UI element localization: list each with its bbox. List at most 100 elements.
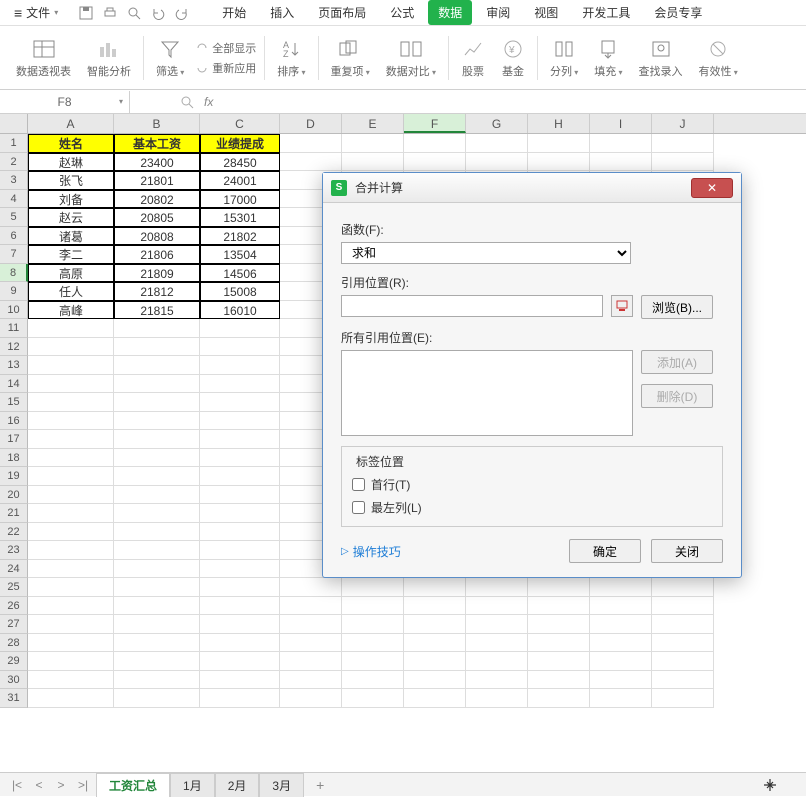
row-header[interactable]: 3 [0, 171, 28, 190]
cell[interactable] [114, 523, 200, 542]
print-icon[interactable] [102, 5, 118, 21]
row-header[interactable]: 20 [0, 486, 28, 505]
col-header-B[interactable]: B [114, 114, 200, 133]
delete-button[interactable]: 删除(D) [641, 384, 713, 408]
cell[interactable] [528, 689, 590, 708]
row-header[interactable]: 6 [0, 227, 28, 246]
row-header[interactable]: 5 [0, 208, 28, 227]
close-button[interactable]: 关闭 [651, 539, 723, 563]
cell[interactable] [114, 578, 200, 597]
cell[interactable] [342, 134, 404, 153]
ribbon-split[interactable]: 分列 [542, 26, 586, 89]
ribbon-fill[interactable]: 填充 [586, 26, 630, 89]
cell[interactable] [200, 671, 280, 690]
cell[interactable] [114, 560, 200, 579]
cell[interactable] [652, 615, 714, 634]
cell[interactable] [200, 486, 280, 505]
cell[interactable]: 14506 [200, 264, 280, 283]
cell[interactable] [28, 652, 114, 671]
cell[interactable] [280, 153, 342, 172]
row-header[interactable]: 12 [0, 338, 28, 357]
cell[interactable] [342, 671, 404, 690]
cell[interactable]: 诸葛 [28, 227, 114, 246]
ribbon-lookup[interactable]: 查找录入 [631, 26, 691, 89]
cell[interactable] [280, 671, 342, 690]
cell[interactable] [200, 560, 280, 579]
cell[interactable] [114, 652, 200, 671]
row-header[interactable]: 26 [0, 597, 28, 616]
cell[interactable] [404, 671, 466, 690]
cell[interactable] [590, 689, 652, 708]
row-header[interactable]: 21 [0, 504, 28, 523]
sheet-nav-last[interactable]: >| [74, 778, 92, 792]
menu-tab-3[interactable]: 公式 [380, 0, 424, 25]
col-header-D[interactable]: D [280, 114, 342, 133]
row-header[interactable]: 9 [0, 282, 28, 301]
cell[interactable] [200, 356, 280, 375]
cell[interactable]: 20808 [114, 227, 200, 246]
cell[interactable] [652, 671, 714, 690]
cell[interactable] [528, 153, 590, 172]
cell[interactable] [200, 467, 280, 486]
cell[interactable] [28, 541, 114, 560]
cell[interactable]: 李二 [28, 245, 114, 264]
cell[interactable] [114, 412, 200, 431]
cell[interactable]: 刘备 [28, 190, 114, 209]
cell[interactable] [28, 689, 114, 708]
cell[interactable] [28, 338, 114, 357]
cell[interactable]: 高原 [28, 264, 114, 283]
cell[interactable] [590, 615, 652, 634]
cell[interactable] [404, 134, 466, 153]
cell[interactable]: 赵琳 [28, 153, 114, 172]
cell[interactable] [590, 597, 652, 616]
sheet-nav-first[interactable]: |< [8, 778, 26, 792]
cell[interactable] [114, 504, 200, 523]
row-header[interactable]: 10 [0, 301, 28, 320]
row-header[interactable]: 29 [0, 652, 28, 671]
cell[interactable]: 20802 [114, 190, 200, 209]
cell[interactable]: 17000 [200, 190, 280, 209]
menu-tab-0[interactable]: 开始 [212, 0, 256, 25]
cell[interactable] [342, 689, 404, 708]
menu-tab-7[interactable]: 开发工具 [572, 0, 640, 25]
cell[interactable] [466, 597, 528, 616]
col-header-I[interactable]: I [590, 114, 652, 133]
cell[interactable] [342, 153, 404, 172]
cell[interactable]: 21809 [114, 264, 200, 283]
select-all-corner[interactable] [0, 114, 28, 133]
cell[interactable]: 赵云 [28, 208, 114, 227]
sheet-tab-0[interactable]: 工资汇总 [96, 773, 170, 797]
cell[interactable]: 21801 [114, 171, 200, 190]
cell[interactable] [652, 578, 714, 597]
ribbon-validity[interactable]: 有效性 [691, 26, 746, 89]
cell[interactable] [200, 412, 280, 431]
cell[interactable] [280, 615, 342, 634]
cell[interactable] [114, 671, 200, 690]
all-references-list[interactable] [341, 350, 633, 436]
cell[interactable]: 23400 [114, 153, 200, 172]
cell[interactable] [590, 671, 652, 690]
cell[interactable] [528, 652, 590, 671]
cell[interactable] [28, 523, 114, 542]
preview-icon[interactable] [126, 5, 142, 21]
menu-tab-1[interactable]: 插入 [260, 0, 304, 25]
cell[interactable] [466, 615, 528, 634]
row-header[interactable]: 14 [0, 375, 28, 394]
cell[interactable]: 21812 [114, 282, 200, 301]
row-header[interactable]: 7 [0, 245, 28, 264]
cell[interactable] [280, 652, 342, 671]
row-header[interactable]: 17 [0, 430, 28, 449]
cell[interactable] [114, 634, 200, 653]
cell[interactable] [200, 578, 280, 597]
cell[interactable] [200, 541, 280, 560]
ribbon-sort[interactable]: AZ 排序 [269, 26, 313, 89]
ribbon-dedup[interactable]: 重复项 [323, 26, 378, 89]
cell[interactable]: 20805 [114, 208, 200, 227]
cell[interactable] [28, 375, 114, 394]
col-header-G[interactable]: G [466, 114, 528, 133]
cell[interactable] [466, 689, 528, 708]
ribbon-fund[interactable]: ¥ 基金 [493, 26, 533, 89]
add-button[interactable]: 添加(A) [641, 350, 713, 374]
cell[interactable]: 业绩提成 [200, 134, 280, 153]
cell[interactable] [28, 597, 114, 616]
